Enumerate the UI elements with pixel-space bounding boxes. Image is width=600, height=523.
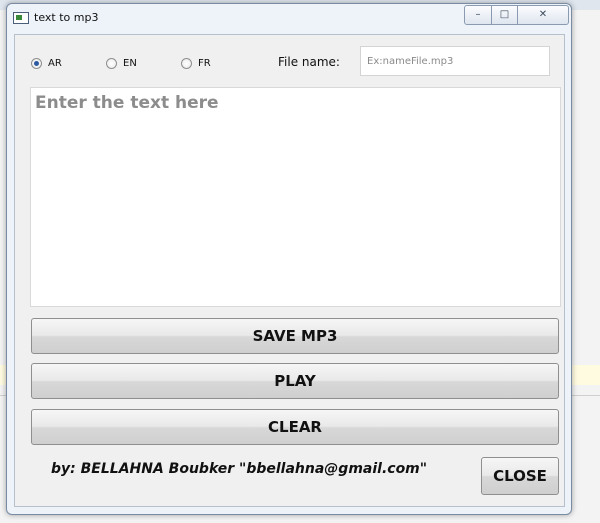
radio-dot-icon[interactable] — [181, 57, 192, 69]
clear-button[interactable]: CLEAR — [31, 409, 559, 445]
close-icon: ✕ — [538, 9, 548, 20]
close-button[interactable]: CLOSE — [481, 457, 559, 495]
text-input-area[interactable] — [30, 87, 561, 307]
save-mp3-button[interactable]: SAVE MP3 — [31, 318, 559, 354]
maximize-icon: □ — [499, 9, 510, 20]
radio-fr[interactable]: FR — [181, 56, 211, 70]
author-credit: by: BELLAHNA Boubker "bbellahna@gmail.co… — [51, 461, 428, 477]
window-close-button[interactable]: ✕ — [517, 5, 569, 25]
window-title: text to mp3 — [34, 11, 99, 24]
client-area: AR EN FR File name: SAVE MP3 PLAY CLEAR … — [14, 34, 565, 507]
minimize-icon: – — [475, 9, 481, 20]
app-icon — [13, 12, 29, 24]
radio-dot-icon[interactable] — [106, 57, 117, 69]
minimize-button[interactable]: – — [464, 5, 492, 25]
play-button[interactable]: PLAY — [31, 363, 559, 399]
radio-en[interactable]: EN — [106, 56, 137, 70]
file-name-input[interactable] — [360, 46, 550, 76]
file-name-label: File name: — [278, 55, 340, 69]
radio-ar-label: AR — [48, 57, 62, 69]
app-window: text to mp3 – □ ✕ AR EN FR File name: SA… — [6, 3, 572, 515]
radio-en-label: EN — [123, 57, 137, 69]
radio-dot-icon[interactable] — [31, 57, 42, 69]
title-bar[interactable]: text to mp3 – □ ✕ — [7, 4, 571, 30]
radio-fr-label: FR — [198, 57, 211, 69]
radio-ar[interactable]: AR — [31, 56, 62, 70]
maximize-button[interactable]: □ — [491, 5, 518, 25]
